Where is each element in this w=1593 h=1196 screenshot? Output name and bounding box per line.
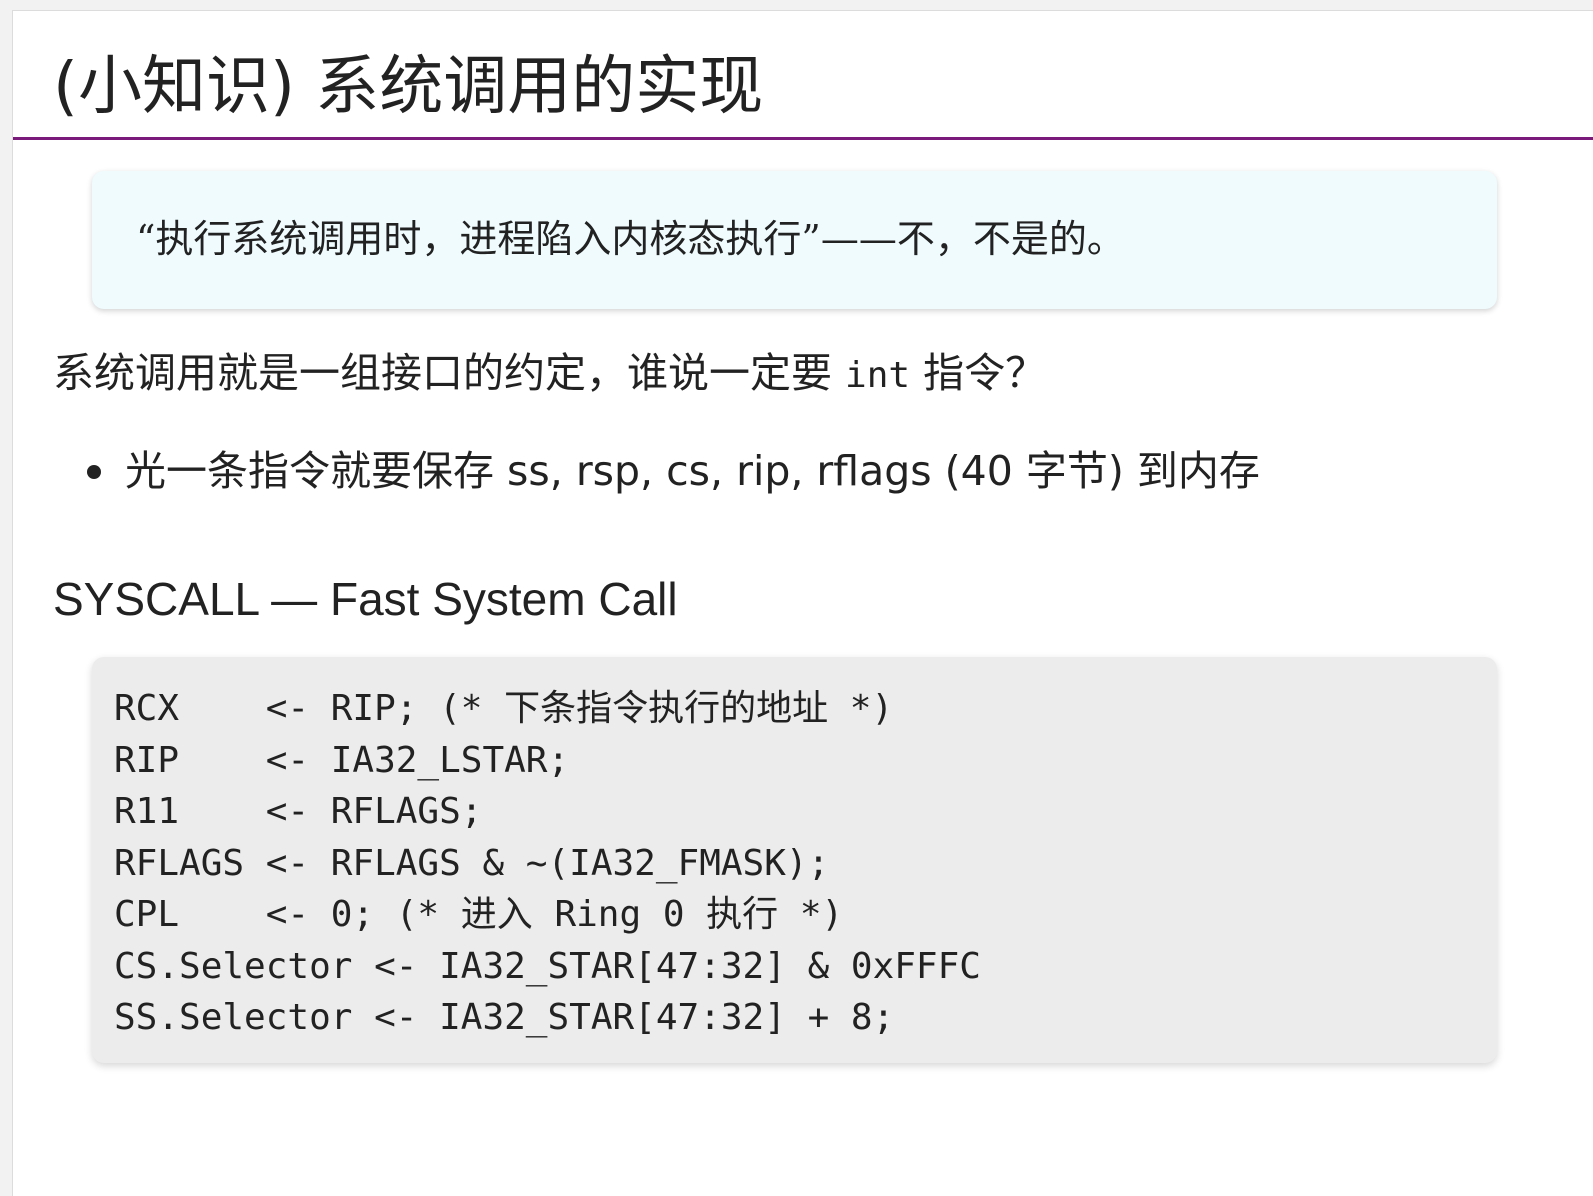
slide-title: (小知识) 系统调用的实现 [53,50,764,124]
bullet-dot-icon [87,465,101,479]
code-line: R11 <- RFLAGS; [114,791,483,832]
title-divider [13,137,1593,140]
code-line: SS.Selector <- IA32_STAR[47:32] + 8; [114,997,895,1038]
intro-paragraph: 系统调用就是一组接口的约定，谁说一定要 int 指令？ [53,345,1046,404]
quote-box: “执行系统调用时，进程陷入内核态执行”——不，不是的。 [92,171,1497,309]
code-line: RIP <- IA32_LSTAR; [114,739,570,781]
bullet-text: 光一条指令就要保存 ss, rsp, cs, rip, rflags (40 字… [125,447,1260,495]
code-box: RCX <- RIP; (* 下条指令执行的地址 *) RIP <- IA32_L… [92,657,1497,1063]
intro-text-after: 指令？ [910,349,1047,397]
inline-code-int: int [845,355,911,396]
code-line: RCX <- RIP; (* 下条指令执行的地址 *) [114,688,894,729]
code-line: CS.Selector <- IA32_STAR[47:32] & 0xFFFC [114,945,981,987]
bullet-item: 光一条指令就要保存 ss, rsp, cs, rip, rflags (40 字… [83,443,1260,499]
slide: (小知识) 系统调用的实现 “执行系统调用时，进程陷入内核态执行”——不，不是的… [12,10,1593,1196]
quote-text: “执行系统调用时，进程陷入内核态执行”——不，不是的。 [136,217,1125,261]
code-line: RFLAGS <- RFLAGS & ~(IA32_FMASK); [114,842,830,884]
code-block: RCX <- RIP; (* 下条指令执行的地址 *) RIP <- IA32_L… [114,683,981,1044]
intro-text-before: 系统调用就是一组接口的约定，谁说一定要 [53,349,846,397]
bullet-list: 光一条指令就要保存 ss, rsp, cs, rip, rflags (40 字… [83,443,1260,499]
section-heading: SYSCALL — Fast System Call [53,573,678,625]
code-line: CPL <- 0; (* 进入 Ring 0 执行 *) [114,894,844,935]
